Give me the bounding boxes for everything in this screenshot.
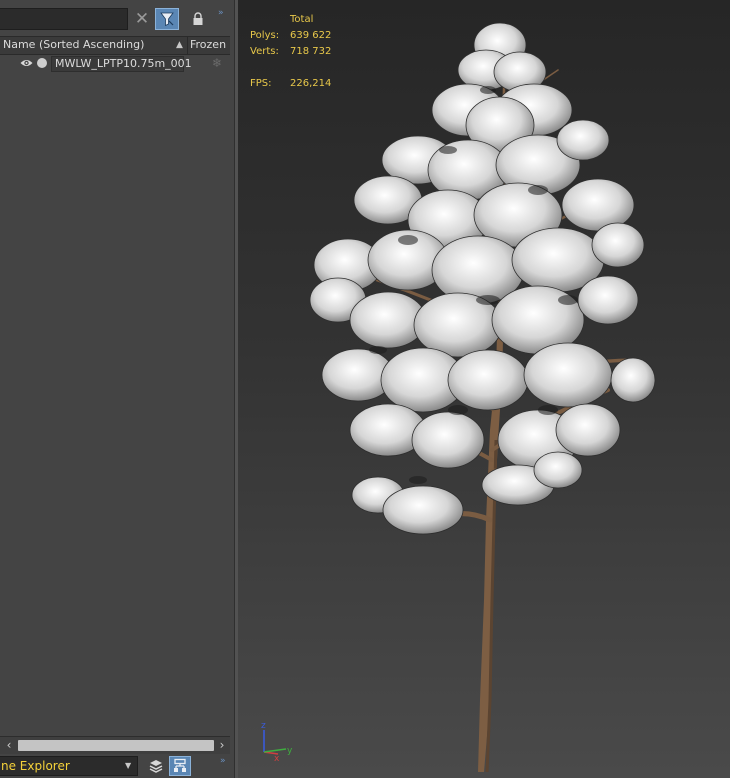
scroll-left-button[interactable]: ‹ xyxy=(2,737,16,754)
filter-button[interactable] xyxy=(155,8,179,30)
scroll-right-button[interactable]: › xyxy=(215,737,229,754)
explorer-toolbar: ✕ » xyxy=(0,0,234,36)
more-bottom-icon[interactable]: » xyxy=(220,756,225,766)
sort-by-hierarchy-button[interactable] xyxy=(169,756,191,776)
snowflake-icon[interactable]: ❄ xyxy=(212,56,222,70)
layers-icon xyxy=(149,760,163,773)
explorer-label: ne Explorer xyxy=(1,759,70,773)
filter-icon xyxy=(160,12,174,27)
column-divider[interactable] xyxy=(187,37,188,54)
chevron-down-icon[interactable]: ▼ xyxy=(125,757,131,775)
object-name[interactable]: MWLW_LPTP10.75m_001 xyxy=(51,56,192,72)
lock-icon xyxy=(193,12,203,25)
perspective-viewport[interactable]: Total Polys: 639 622 Verts: 718 732 FPS:… xyxy=(238,0,730,778)
table-row[interactable]: MWLW_LPTP10.75m_001 ❄ xyxy=(0,55,230,73)
more-toolbar-icon[interactable]: » xyxy=(218,8,223,18)
sort-by-layer-button[interactable] xyxy=(145,756,167,776)
eye-icon[interactable] xyxy=(20,58,33,68)
y-axis xyxy=(263,748,287,753)
y-axis-label: y xyxy=(287,746,293,756)
clear-search-button[interactable]: ✕ xyxy=(130,8,154,30)
frozen-column-header[interactable]: Frozen xyxy=(190,38,226,51)
column-header: Name (Sorted Ascending) ▲ Frozen xyxy=(0,36,230,55)
lock-button[interactable] xyxy=(186,8,210,30)
explorer-bottom-bar: ne Explorer ▼ » xyxy=(0,754,234,778)
horizontal-scrollbar[interactable]: ‹ › xyxy=(0,736,230,754)
scene-explorer-panel: ✕ » Name (Sorted Ascending) ▲ Frozen MWL… xyxy=(0,0,234,778)
tree-model xyxy=(309,22,656,773)
tree-foliage xyxy=(309,22,656,535)
scene-list-area[interactable] xyxy=(0,74,230,734)
sort-ascending-icon: ▲ xyxy=(176,40,183,50)
scroll-thumb[interactable] xyxy=(18,740,214,751)
hierarchy-icon xyxy=(174,758,186,772)
name-column-header[interactable]: Name (Sorted Ascending) xyxy=(3,38,144,51)
search-input[interactable] xyxy=(0,8,128,30)
circle-icon[interactable] xyxy=(37,58,47,68)
axis-gizmo: z x y xyxy=(261,721,293,762)
close-icon: ✕ xyxy=(134,9,150,29)
explorer-selector[interactable]: ne Explorer ▼ xyxy=(0,756,138,776)
z-axis-label: z xyxy=(261,721,266,731)
x-axis-label: x xyxy=(274,754,280,762)
